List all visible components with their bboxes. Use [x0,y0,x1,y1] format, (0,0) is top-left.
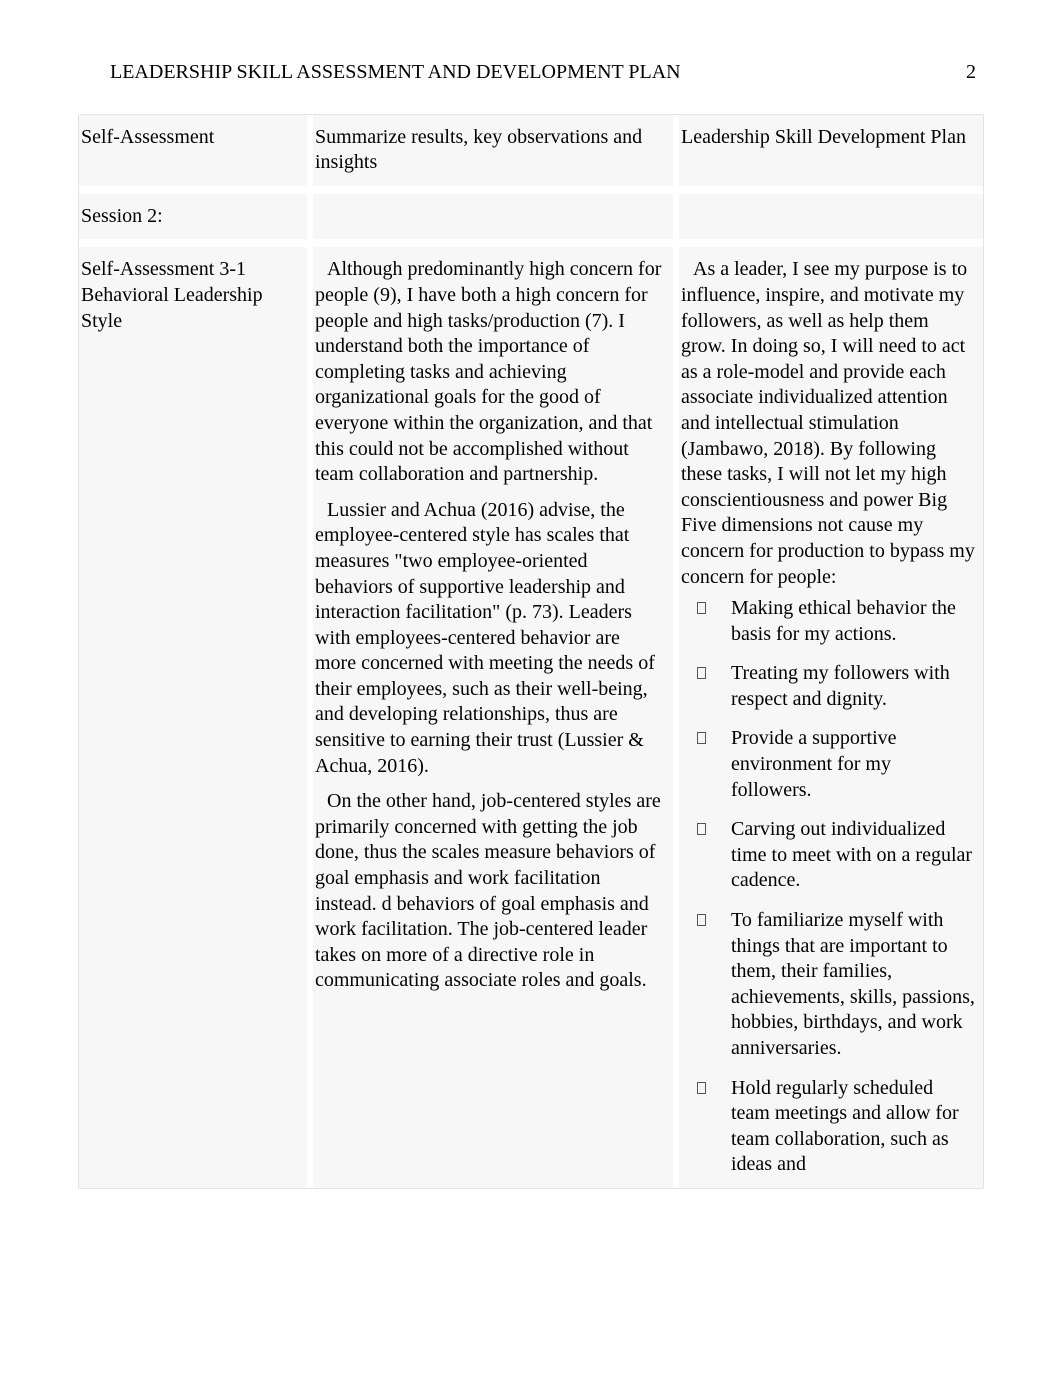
table-header-row: Self-Assessment Summarize results, key o… [79,115,983,186]
summary-paragraph: Although predominantly high concern for … [315,257,665,487]
session-row: Session 2: [79,194,983,240]
list-item-text: Treating my followers with respect and d… [731,662,950,710]
list-item-text: Making ethical behavior the basis for my… [731,597,956,645]
session-label-cell: Session 2: [79,194,307,240]
summary-cell: Although predominantly high concern for … [313,247,673,1188]
assessment-table: Self-Assessment Summarize results, key o… [78,114,984,1189]
page-number: 2 [966,60,976,86]
list-item: Carving out individualized time to meet … [715,817,975,894]
running-head: LEADERSHIP SKILL ASSESSMENT AND DEVELOPM… [78,60,984,86]
col-header-text: Leadership Skill Development Plan [681,126,966,148]
col-header-text: Summarize results, key observations and … [315,126,642,174]
running-title: LEADERSHIP SKILL ASSESSMENT AND DEVELOPM… [110,60,681,86]
assessment-name-cell: Self-Assessment 3-1 Behavioral Leadershi… [79,247,307,1188]
list-item-text: Carving out individualized time to meet … [731,818,972,891]
plan-intro: As a leader, I see my purpose is to infl… [681,257,975,590]
col-header-text: Self-Assessment [81,126,214,148]
session-label: Session 2: [81,205,163,227]
plan-cell: As a leader, I see my purpose is to infl… [679,247,983,1188]
body-row: Self-Assessment 3-1 Behavioral Leadershi… [79,247,983,1188]
row-gap [79,186,983,194]
list-item-text: Hold regularly scheduled team meetings a… [731,1077,959,1176]
plan-list: Making ethical behavior the basis for my… [681,596,975,1178]
list-item: Treating my followers with respect and d… [715,661,975,712]
row-gap [79,239,983,247]
empty-cell [679,194,983,240]
empty-cell [313,194,673,240]
list-item: Making ethical behavior the basis for my… [715,596,975,647]
list-item: To familiarize myself with things that a… [715,908,975,1062]
summary-paragraph: Lussier and Achua (2016) advise, the emp… [315,498,665,780]
list-item: Provide a supportive environment for my … [715,726,975,803]
list-item: Hold regularly scheduled team meetings a… [715,1076,975,1178]
list-item-text: Provide a supportive environment for my … [731,727,897,800]
col-header-self-assessment: Self-Assessment [79,115,307,186]
assessment-id: Self-Assessment 3-1 [81,257,299,283]
col-header-plan: Leadership Skill Development Plan [679,115,983,186]
col-header-summary: Summarize results, key observations and … [313,115,673,186]
list-item-text: To familiarize myself with things that a… [731,909,975,1059]
assessment-title: Behavioral Leadership Style [81,283,299,334]
summary-paragraph: On the other hand, job-centered styles a… [315,789,665,994]
